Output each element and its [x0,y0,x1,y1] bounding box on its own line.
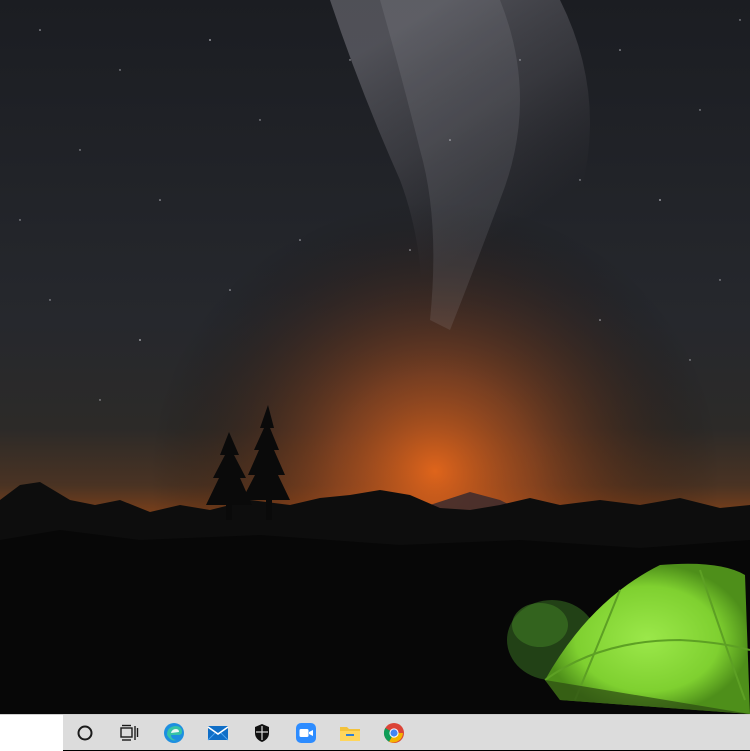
edge-button[interactable] [152,715,196,750]
zoom-button[interactable] [284,715,328,750]
cortana-icon [77,725,93,740]
zoom-icon [296,722,316,743]
mail-button[interactable] [196,715,240,750]
desktop [0,0,750,714]
file-explorer-icon [340,726,360,741]
task-view-button[interactable] [107,715,151,750]
chrome-button[interactable] [372,715,416,750]
wallpaper-image [0,0,750,714]
edge-icon [164,722,184,743]
search-box[interactable] [0,715,63,751]
task-view-icon [120,724,139,741]
security-button[interactable] [240,715,284,750]
security-shield-icon [255,723,269,742]
cortana-button[interactable] [63,715,107,750]
taskbar [0,714,750,751]
file-explorer-button[interactable] [328,715,372,750]
mail-icon [207,725,229,740]
chrome-icon [383,722,404,743]
